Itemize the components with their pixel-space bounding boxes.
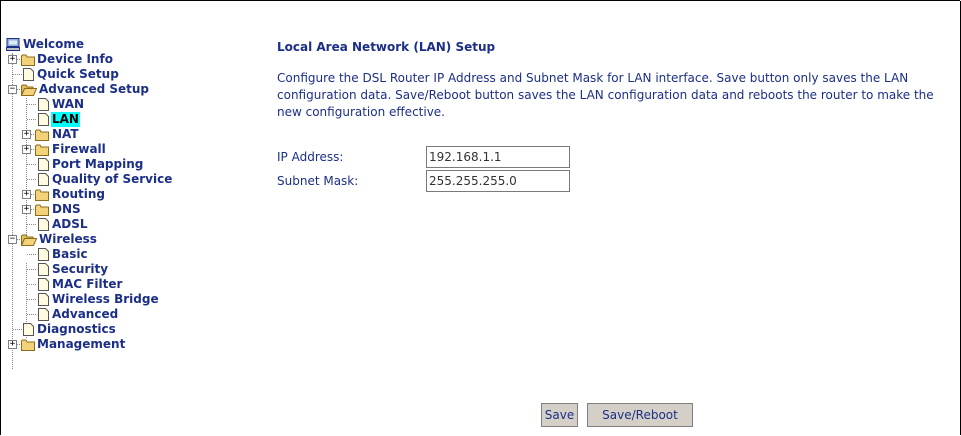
nav-wan[interactable]: WAN [6,97,256,112]
nav-qos-label: Quality of Service [52,172,173,186]
nav-advanced[interactable]: Advanced [6,307,256,322]
tree-line [27,284,36,285]
ip-address-input[interactable] [426,146,570,168]
expand-plus-icon[interactable]: + [22,130,31,139]
tree-line [27,314,36,315]
nav-wireless-label: Wireless [39,232,97,246]
nav-adsl[interactable]: ADSL [6,217,256,232]
subnet-mask-label: Subnet Mask: [277,174,359,188]
collapse-minus-icon[interactable]: − [8,235,17,244]
folder-icon [35,189,49,201]
tree-line [27,269,36,270]
nav-basic-label: Basic [52,247,88,261]
nav-device-info-label: Device Info [37,52,113,66]
page-icon [38,173,49,186]
page-icon [38,218,49,231]
nav-device-info[interactable]: + Device Info [6,52,256,67]
nav-lan[interactable]: LAN [6,112,256,127]
page-icon [38,158,49,171]
page-icon [38,98,49,111]
page-icon [38,113,49,126]
nav-mac-filter[interactable]: MAC Filter [6,277,256,292]
nav-port-mapping-label: Port Mapping [52,157,144,171]
nav-dns[interactable]: + DNS [6,202,256,217]
nav-security-label: Security [52,262,109,276]
nav-welcome-label: Welcome [23,37,85,51]
nav-advanced-label: Advanced [52,307,119,321]
page-icon [38,293,49,306]
nav-diagnostics[interactable]: Diagnostics [6,322,256,337]
nav-tree: Welcome + Device Info Quick Setup − Adva… [6,37,256,369]
nav-management[interactable]: + Management [6,337,256,352]
tree-line [27,299,36,300]
nav-lan-label: LAN [51,112,80,127]
folder-icon [35,129,49,141]
nav-mac-filter-label: MAC Filter [52,277,123,291]
nav-quick-setup[interactable]: Quick Setup [6,67,256,82]
tree-line [27,254,36,255]
page-icon [38,278,49,291]
nav-firewall[interactable]: + Firewall [6,142,256,157]
save-reboot-button[interactable]: Save/Reboot [587,403,693,427]
nav-basic[interactable]: Basic [6,247,256,262]
nav-wireless-bridge-label: Wireless Bridge [52,292,159,306]
nav-diagnostics-label: Diagnostics [37,322,116,336]
folder-icon [35,144,49,156]
save-button[interactable]: Save [541,403,578,427]
tree-line [27,119,36,120]
nav-firewall-label: Firewall [52,142,106,156]
tree-line [27,164,36,165]
expand-plus-icon[interactable]: + [22,190,31,199]
page-title: Local Area Network (LAN) Setup [277,40,496,54]
folder-icon [21,54,35,66]
nav-routing[interactable]: + Routing [6,187,256,202]
expand-plus-icon[interactable]: + [8,55,17,64]
open-folder-icon [21,234,37,246]
nav-adsl-label: ADSL [52,217,88,231]
page-description: Configure the DSL Router IP Address and … [277,71,934,119]
nav-port-mapping[interactable]: Port Mapping [6,157,256,172]
page-icon [23,68,34,81]
open-folder-icon [21,84,37,96]
nav-wan-label: WAN [52,97,85,111]
page-icon [38,248,49,261]
folder-icon [35,204,49,216]
expand-plus-icon[interactable]: + [22,205,31,214]
page-icon [38,263,49,276]
nav-advanced-setup[interactable]: − Advanced Setup [6,82,256,97]
tree-line [13,329,22,330]
tree-line [13,74,22,75]
nav-quality-of-service[interactable]: Quality of Service [6,172,256,187]
nav-nat-label: NAT [52,127,79,141]
page-icon [38,308,49,321]
subnet-mask-input[interactable] [426,170,570,192]
nav-wireless-bridge[interactable]: Wireless Bridge [6,292,256,307]
expand-plus-icon[interactable]: + [22,145,31,154]
nav-routing-label: Routing [52,187,106,201]
folder-icon [21,339,35,351]
nav-security[interactable]: Security [6,262,256,277]
nav-dns-label: DNS [52,202,81,216]
tree-line [27,104,36,105]
nav-quick-setup-label: Quick Setup [37,67,119,81]
nav-nat[interactable]: + NAT [6,127,256,142]
nav-management-label: Management [37,337,126,351]
computer-icon [6,38,20,51]
ip-address-label: IP Address: [277,150,344,164]
tree-line [27,179,36,180]
collapse-minus-icon[interactable]: − [8,85,17,94]
nav-wireless[interactable]: − Wireless [6,232,256,247]
page-icon [23,323,34,336]
tree-line [27,224,36,225]
expand-plus-icon[interactable]: + [8,340,17,349]
nav-advanced-setup-label: Advanced Setup [39,82,150,96]
nav-welcome[interactable]: Welcome [6,37,256,52]
